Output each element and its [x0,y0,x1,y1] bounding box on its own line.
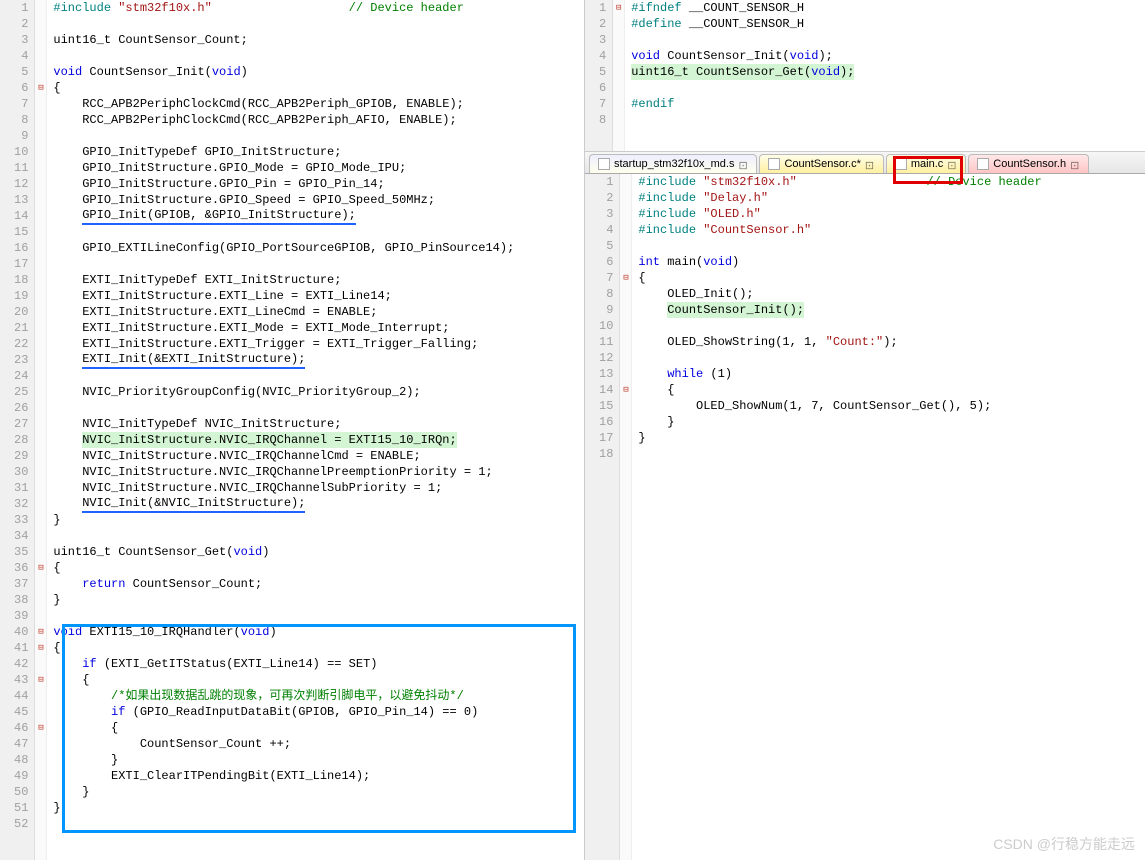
right-pane: 12345678 ⊟ #ifndef __COUNT_SENSOR_H#defi… [585,0,1145,860]
left-fold-column[interactable]: ⊟⊟⊟⊟⊟⊟ [35,0,47,860]
tab-main-c[interactable]: main.c ⊡ [886,154,966,173]
close-icon[interactable]: ⊡ [865,159,875,169]
file-icon [598,158,610,170]
right-bottom-editor[interactable]: 123456789101112131415161718 ⊟⊟ #include … [585,174,1145,860]
close-icon[interactable]: ⊡ [1070,159,1080,169]
right-top-fold-column[interactable]: ⊟ [613,0,625,151]
tab-startup-stm32f10x-md-s[interactable]: startup_stm32f10x_md.s ⊡ [589,154,757,173]
close-icon[interactable]: ⊡ [738,159,748,169]
right-bottom-code-area[interactable]: #include "stm32f10x.h" // Device header#… [632,174,1145,860]
right-top-gutter: 12345678 [585,0,613,151]
right-bottom-fold-column[interactable]: ⊟⊟ [620,174,632,860]
watermark: CSDN @行稳方能走远 [993,834,1135,854]
tab-label: main.c [911,158,943,170]
left-editor[interactable]: 1234567891011121314151617181920212223242… [0,0,584,860]
tab-countsensor-c-[interactable]: CountSensor.c* ⊡ [759,154,883,173]
tab-label: CountSensor.h [993,158,1066,170]
tab-countsensor-h[interactable]: CountSensor.h ⊡ [968,154,1089,173]
file-icon [895,158,907,170]
right-bottom-gutter: 123456789101112131415161718 [585,174,620,860]
file-icon [977,158,989,170]
left-code-area[interactable]: #include "stm32f10x.h" // Device headeru… [47,0,584,860]
left-editor-pane: 1234567891011121314151617181920212223242… [0,0,585,860]
file-icon [768,158,780,170]
tab-label: CountSensor.c* [784,158,860,170]
editor-tabs: startup_stm32f10x_md.s⊡CountSensor.c*⊡ma… [585,152,1145,174]
left-gutter: 1234567891011121314151617181920212223242… [0,0,35,860]
right-top-editor[interactable]: 12345678 ⊟ #ifndef __COUNT_SENSOR_H#defi… [585,0,1145,152]
tab-label: startup_stm32f10x_md.s [614,158,734,170]
right-top-code-area[interactable]: #ifndef __COUNT_SENSOR_H#define __COUNT_… [625,0,1145,151]
close-icon[interactable]: ⊡ [947,159,957,169]
